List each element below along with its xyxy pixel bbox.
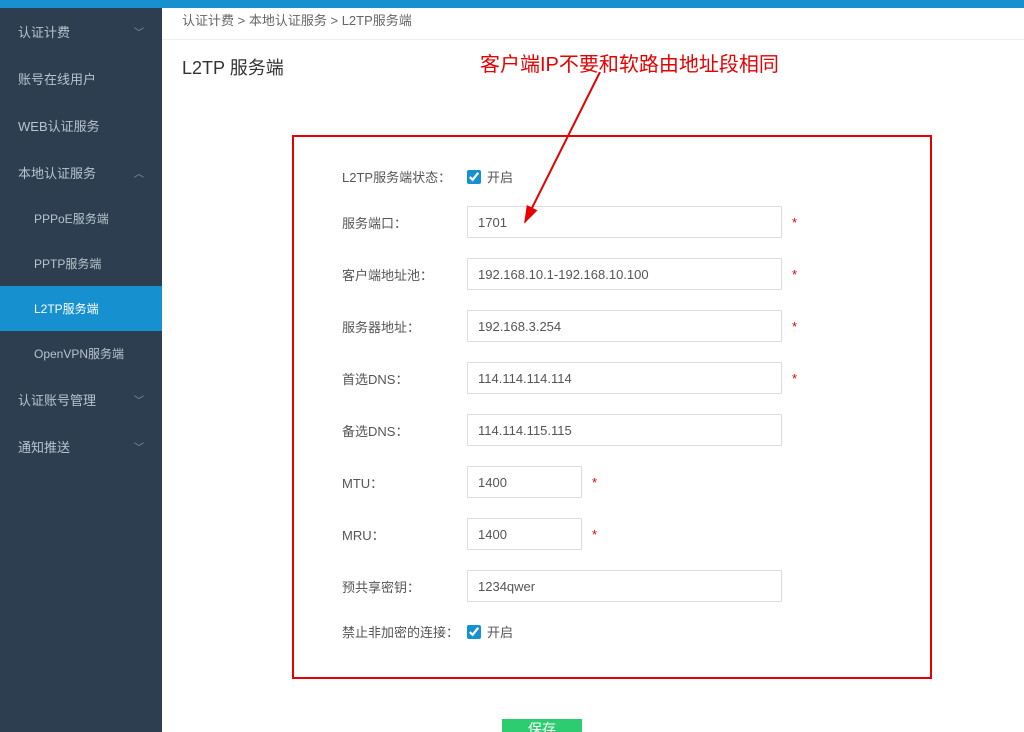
label-noenc: 禁止非加密的连接： — [342, 622, 467, 641]
form-panel: L2TP服务端状态： 开启 服务端口： * 客户端地址池： * 服务器地址： *… — [292, 135, 932, 679]
sidebar-item-notify-push[interactable]: 通知推送﹀ — [0, 423, 162, 470]
sidebar-item-auth-billing[interactable]: 认证计费﹀ — [0, 8, 162, 55]
input-server[interactable] — [467, 310, 782, 342]
input-dns1[interactable] — [467, 362, 782, 394]
sidebar-item-web-auth[interactable]: WEB认证服务 — [0, 102, 162, 149]
input-pool[interactable] — [467, 258, 782, 290]
sidebar-item-local-auth[interactable]: 本地认证服务︿ — [0, 149, 162, 196]
noenc-text: 开启 — [487, 622, 513, 641]
chevron-down-icon: ﹀ — [134, 439, 144, 454]
checkbox-noenc[interactable] — [467, 625, 481, 639]
chevron-down-icon: ﹀ — [134, 392, 144, 407]
label-psk: 预共享密钥： — [342, 577, 467, 596]
input-mtu[interactable] — [467, 466, 582, 498]
label-status: L2TP服务端状态： — [342, 167, 467, 186]
label-dns1: 首选DNS： — [342, 369, 467, 388]
annotation-text: 客户端IP不要和软路由地址段相同 — [480, 48, 779, 77]
label-mtu: MTU： — [342, 473, 467, 492]
sidebar-item-online-users[interactable]: 账号在线用户 — [0, 55, 162, 102]
label-pool: 客户端地址池： — [342, 265, 467, 284]
label-port: 服务端口： — [342, 213, 467, 232]
label-server: 服务器地址： — [342, 317, 467, 336]
chevron-up-icon: ︿ — [134, 165, 144, 180]
sidebar-item-pptp[interactable]: PPTP服务端 — [0, 241, 162, 286]
sidebar-item-openvpn[interactable]: OpenVPN服务端 — [0, 331, 162, 376]
input-mru[interactable] — [467, 518, 582, 550]
label-dns2: 备选DNS： — [342, 421, 467, 440]
sidebar-item-pppoe[interactable]: PPPoE服务端 — [0, 196, 162, 241]
sidebar-item-account-mgmt[interactable]: 认证账号管理﹀ — [0, 376, 162, 423]
input-dns2[interactable] — [467, 414, 782, 446]
chevron-down-icon: ﹀ — [134, 24, 144, 39]
sidebar-item-l2tp[interactable]: L2TP服务端 — [0, 286, 162, 331]
save-button[interactable]: 保存 — [502, 719, 582, 732]
checkbox-status[interactable] — [467, 170, 481, 184]
main-content: 认证计费 > 本地认证服务 > L2TP服务端 L2TP 服务端 客户端IP不要… — [162, 0, 1024, 732]
input-psk[interactable] — [467, 570, 782, 602]
label-mru: MRU： — [342, 525, 467, 544]
input-port[interactable] — [467, 206, 782, 238]
status-text: 开启 — [487, 167, 513, 186]
sidebar: 认证计费﹀ 账号在线用户 WEB认证服务 本地认证服务︿ PPPoE服务端 PP… — [0, 0, 162, 732]
